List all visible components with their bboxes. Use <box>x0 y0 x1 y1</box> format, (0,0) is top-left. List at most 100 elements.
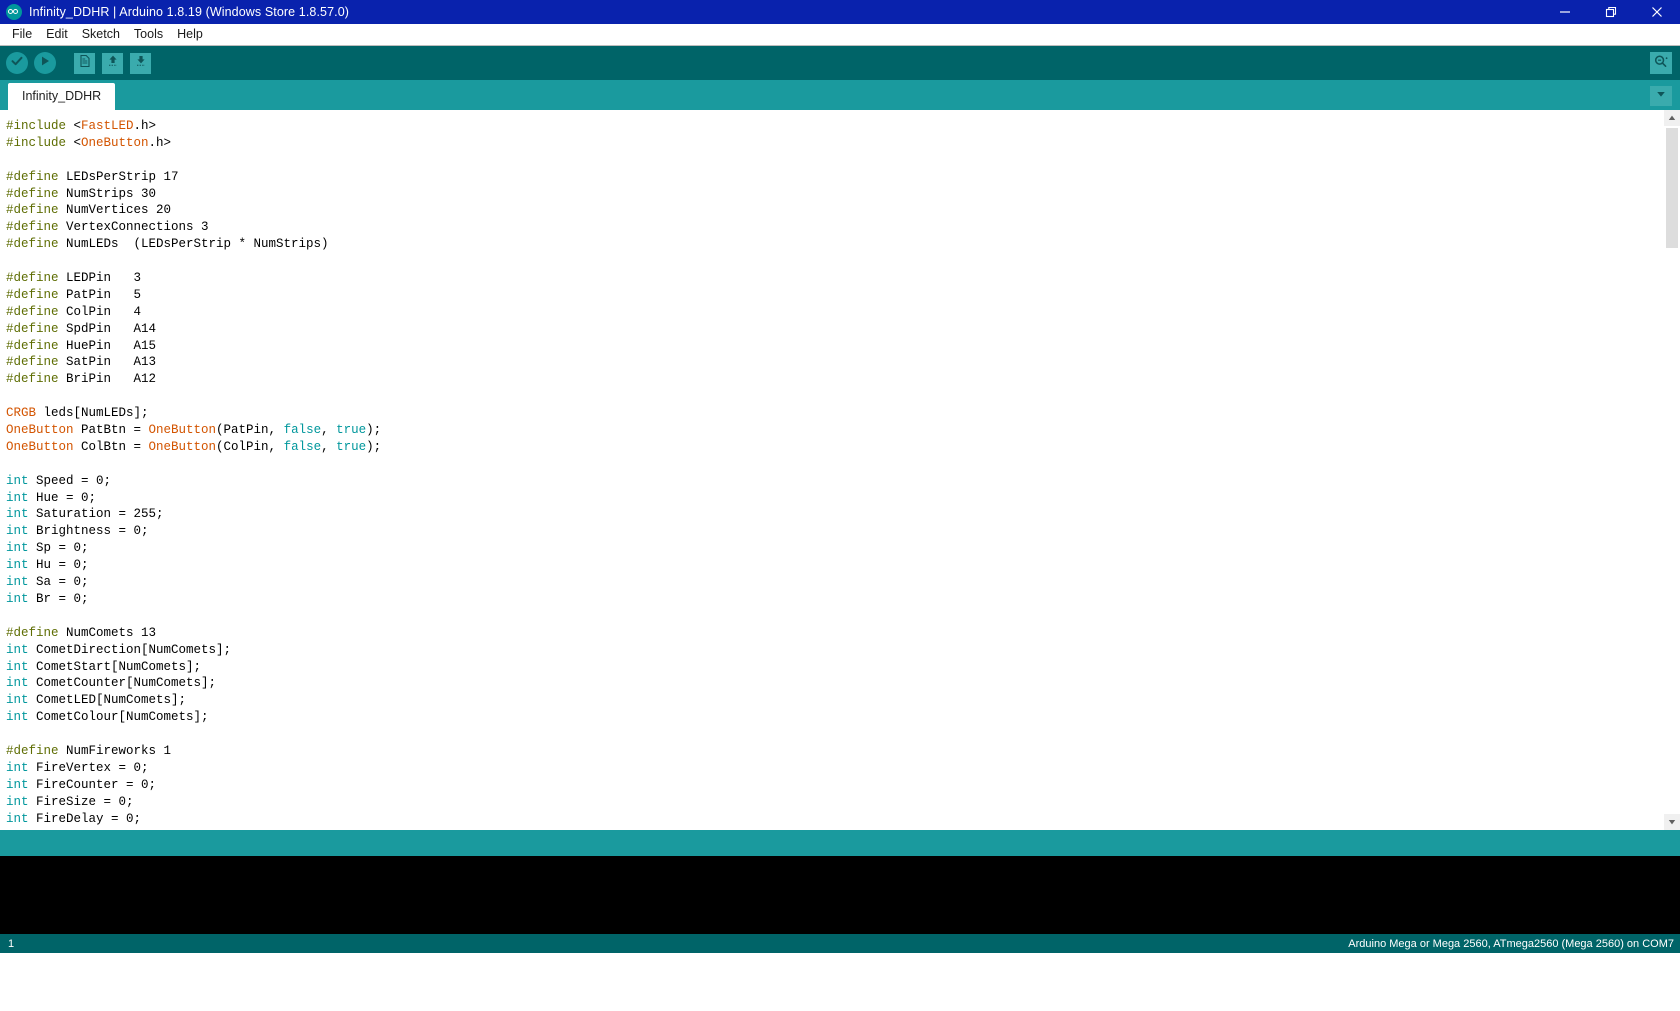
tab-menu-button[interactable] <box>1650 86 1672 106</box>
code-token: (PatPin, <box>216 423 284 438</box>
code-token: int <box>6 591 29 606</box>
code-line: #define NumVertices 20 <box>6 202 1663 219</box>
scroll-down-arrow[interactable] <box>1664 814 1680 830</box>
tab-infinity-ddhr[interactable]: Infinity_DDHR <box>8 83 116 110</box>
code-line: #define NumLEDs (LEDsPerStrip * NumStrip… <box>6 236 1663 253</box>
editor-vertical-scrollbar[interactable] <box>1663 110 1680 830</box>
code-token: ); <box>366 439 382 454</box>
code-token: Speed = 0; <box>28 473 112 488</box>
code-token: #include <box>6 135 74 150</box>
code-token: int <box>6 710 29 725</box>
menu-help[interactable]: Help <box>170 26 210 43</box>
code-token: int <box>6 760 29 775</box>
code-token: NumComets 13 <box>58 625 157 640</box>
code-line: int CometColour[NumComets]; <box>6 709 1663 726</box>
code-token: OneButton <box>81 135 149 150</box>
code-token: (ColPin, <box>216 439 284 454</box>
code-token: PatBtn = <box>73 423 149 438</box>
code-line: int Hue = 0; <box>6 490 1663 507</box>
code-token: PatPin 5 <box>58 287 142 302</box>
code-token: #define <box>6 338 59 353</box>
code-token: int <box>6 473 29 488</box>
code-token: false <box>283 423 322 438</box>
menu-sketch[interactable]: Sketch <box>75 26 127 43</box>
code-token: int <box>6 676 29 691</box>
code-token: #define <box>6 304 59 319</box>
scrollbar-thumb[interactable] <box>1666 128 1678 248</box>
cursor-line-number: 1 <box>8 937 15 950</box>
menu-tools[interactable]: Tools <box>127 26 170 43</box>
code-line: #define ColPin 4 <box>6 304 1663 321</box>
editor-area: #include <FastLED.h> #include <OneButton.… <box>0 110 1680 830</box>
code-token: FastLED <box>81 119 134 133</box>
arduino-logo-icon <box>6 4 22 20</box>
code-token: OneButton <box>148 423 217 438</box>
code-line: #define BriPin A12 <box>6 371 1663 388</box>
code-line: #define SatPin A13 <box>6 354 1663 371</box>
code-token: CometLED[NumComets]; <box>28 693 187 708</box>
code-token: ColBtn = <box>73 439 149 454</box>
console-output <box>0 856 1680 934</box>
code-token: NumStrips 30 <box>58 186 157 201</box>
menubar: File Edit Sketch Tools Help <box>0 24 1680 45</box>
code-line: int FireDelay = 0; <box>6 811 1663 828</box>
code-line: #define HuePin A15 <box>6 338 1663 355</box>
code-token: int <box>6 642 29 657</box>
code-token: #define <box>6 237 59 252</box>
code-token: #include <box>6 119 74 133</box>
close-button[interactable] <box>1634 0 1680 24</box>
code-token: int <box>6 558 29 573</box>
code-line: int Br = 0; <box>6 591 1663 608</box>
code-token: #define <box>6 372 59 387</box>
open-sketch-button[interactable] <box>102 52 123 74</box>
code-token: Saturation = 255; <box>28 507 164 522</box>
code-line: int Sp = 0; <box>6 540 1663 557</box>
code-token: Hue = 0; <box>28 490 97 505</box>
code-line: OneButton ColBtn = OneButton(ColPin, fal… <box>6 439 1663 456</box>
code-editor[interactable]: #include <FastLED.h> #include <OneButton.… <box>0 110 1663 830</box>
code-line: int Hu = 0; <box>6 557 1663 574</box>
scroll-up-arrow[interactable] <box>1664 110 1680 126</box>
code-token: CometColour[NumComets]; <box>28 710 209 725</box>
code-token: int <box>6 541 29 556</box>
code-token: < <box>73 119 82 133</box>
code-token: false <box>283 439 322 454</box>
code-line: #define NumFireworks 1 <box>6 743 1663 760</box>
serial-monitor-button[interactable] <box>1650 52 1672 74</box>
arrow-up-icon <box>106 54 120 73</box>
code-token: , <box>321 439 337 454</box>
code-token: #define <box>6 743 59 758</box>
code-line: int Sa = 0; <box>6 574 1663 591</box>
code-line: CRGB leds[NumLEDs]; <box>6 405 1663 422</box>
board-and-port-status[interactable]: Arduino Mega or Mega 2560, ATmega2560 (M… <box>1348 938 1674 950</box>
code-token: #define <box>6 169 59 184</box>
maximize-button[interactable] <box>1588 0 1634 24</box>
code-token: int <box>6 659 29 674</box>
code-line: int FireSize = 0; <box>6 794 1663 811</box>
code-token: Brightness = 0; <box>28 524 149 539</box>
toolbar <box>0 45 1680 80</box>
upload-button[interactable] <box>34 52 56 74</box>
code-line: int FireVertex = 0; <box>6 760 1663 777</box>
minimize-button[interactable] <box>1542 0 1588 24</box>
code-token: #define <box>6 203 59 218</box>
code-line: #define LEDPin 3 <box>6 270 1663 287</box>
menu-edit[interactable]: Edit <box>39 26 75 43</box>
save-sketch-button[interactable] <box>130 52 151 74</box>
code-token: Br = 0; <box>28 591 89 606</box>
code-token: true <box>336 423 367 438</box>
verify-button[interactable] <box>6 52 28 74</box>
code-token: ); <box>366 423 382 438</box>
new-sketch-button[interactable] <box>74 52 95 74</box>
code-token: CometDirection[NumComets]; <box>28 642 232 657</box>
status-bar: 1 Arduino Mega or Mega 2560, ATmega2560 … <box>0 934 1680 953</box>
code-token: SatPin A13 <box>58 355 157 370</box>
code-token: FireSize = 0; <box>28 794 134 809</box>
code-token: Sp = 0; <box>28 541 89 556</box>
menu-file[interactable]: File <box>5 26 39 43</box>
